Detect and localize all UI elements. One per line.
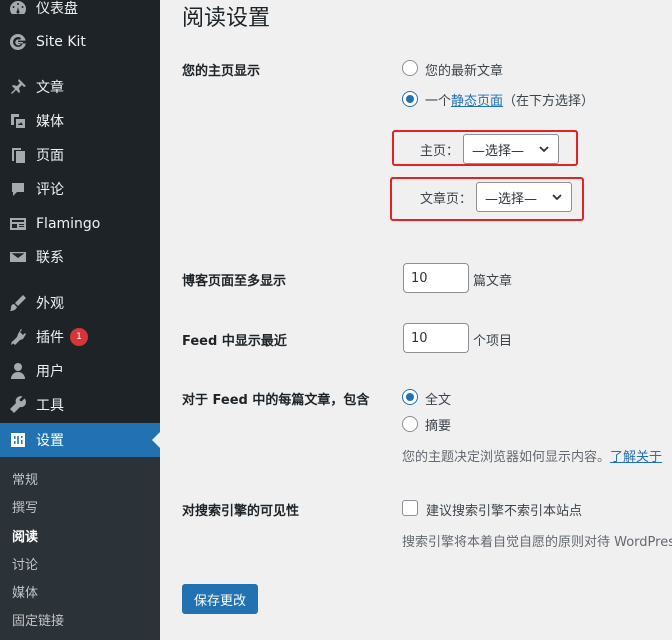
settings-icon <box>0 430 36 450</box>
menu-label: 仪表盘 <box>36 1 78 17</box>
menu-label: Site Kit <box>36 34 86 50</box>
static-page-link[interactable]: 静态页面 <box>451 94 503 109</box>
static-page-suffix: （在下方选择） <box>503 94 595 109</box>
settings-submenu: 常规 撰写 阅读 讨论 媒体 固定链接 <box>0 457 160 640</box>
front-page-value: —选择— <box>472 143 525 159</box>
posts-per-page-input[interactable] <box>403 263 469 293</box>
menu-item-posts[interactable]: 文章 <box>0 70 160 104</box>
menu-label: 外观 <box>36 296 64 312</box>
page-title: 阅读设置 <box>182 6 271 31</box>
blog-pages-label: 博客页面至多显示 <box>182 274 287 289</box>
menu-item-media[interactable]: 媒体 <box>0 104 160 138</box>
update-count-badge: 1 <box>70 328 88 346</box>
menu-label: 媒体 <box>36 114 64 130</box>
chevron-down-icon <box>552 194 562 201</box>
flamingo-icon <box>0 214 36 234</box>
discourage-search-checkbox[interactable] <box>402 500 418 516</box>
pin-icon <box>0 77 36 97</box>
menu-item-sitekit[interactable]: Site Kit <box>0 25 160 59</box>
menu-item-dashboard[interactable]: 仪表盘 <box>0 0 160 25</box>
menu-item-pages[interactable]: 页面 <box>0 138 160 172</box>
feed-items-input[interactable] <box>403 323 469 353</box>
full-text-label[interactable]: 全文 <box>425 389 451 408</box>
menu-item-comments[interactable]: 评论 <box>0 172 160 206</box>
menu-label: 用户 <box>36 364 64 380</box>
submenu-discussion[interactable]: 讨论 <box>12 554 38 573</box>
comment-icon <box>0 179 36 199</box>
menu-label: 页面 <box>36 148 64 164</box>
admin-sidebar: 仪表盘 Site Kit 文章 媒体 页面 评论 Flamingo 联系 外观 … <box>0 0 160 640</box>
brush-icon <box>0 293 36 313</box>
wrench-icon <box>0 395 36 415</box>
menu-item-contact[interactable]: 联系 <box>0 240 160 274</box>
menu-label: 插件 <box>36 330 64 346</box>
posts-page-select[interactable]: —选择— <box>476 182 573 212</box>
submenu-general[interactable]: 常规 <box>12 469 38 488</box>
front-page-select[interactable]: —选择— <box>463 134 560 164</box>
full-text-radio[interactable] <box>402 389 418 405</box>
submenu-reading[interactable]: 阅读 <box>12 526 38 545</box>
submenu-permalinks[interactable]: 固定链接 <box>12 610 64 629</box>
posts-page-select-row: 文章页： —选择— <box>420 182 573 212</box>
summary-label[interactable]: 摘要 <box>425 415 451 434</box>
menu-label: Flamingo <box>36 216 101 232</box>
posts-page-value: —选择— <box>485 191 538 207</box>
plugin-icon <box>0 327 36 347</box>
mail-icon <box>0 247 36 267</box>
menu-item-settings[interactable]: 设置 <box>0 423 160 457</box>
menu-item-users[interactable]: 用户 <box>0 354 160 388</box>
sitekit-g-icon <box>0 32 36 52</box>
front-page-label: 主页： <box>420 143 460 159</box>
main-content: 阅读设置 您的主页显示 您的最新文章 一个静态页面（在下方选择） 主页： —选择… <box>160 0 672 640</box>
menu-item-appearance[interactable]: 外观 <box>0 286 160 320</box>
submenu-media[interactable]: 媒体 <box>12 582 38 601</box>
static-page-prefix: 一个 <box>425 94 452 109</box>
summary-radio[interactable] <box>402 416 418 432</box>
feed-content-description: 您的主题决定浏览器如何显示内容。了解关于 <box>402 446 662 465</box>
search-visibility-description: 搜索引擎将本着自觉自愿的原则对待 WordPress <box>402 535 672 550</box>
latest-posts-radio[interactable] <box>402 60 418 76</box>
chevron-down-icon <box>539 146 549 153</box>
menu-label: 设置 <box>36 433 64 449</box>
front-page-select-row: 主页： —选择— <box>420 134 560 164</box>
discourage-search-label[interactable]: 建议搜索引擎不索引本站点 <box>426 500 582 519</box>
menu-label: 评论 <box>36 182 64 198</box>
save-changes-button[interactable]: 保存更改 <box>182 584 259 614</box>
menu-label: 工具 <box>36 398 64 414</box>
dashboard-icon <box>0 0 36 18</box>
menu-label: 联系 <box>36 250 64 266</box>
menu-item-flamingo[interactable]: Flamingo <box>0 207 160 241</box>
menu-item-plugins[interactable]: 插件 1 <box>0 320 160 354</box>
menu-label: 文章 <box>36 80 64 96</box>
posts-page-label: 文章页： <box>420 191 473 207</box>
page-icon <box>0 145 36 165</box>
static-page-option: 一个静态页面（在下方选择） <box>425 90 594 109</box>
submenu-writing[interactable]: 撰写 <box>12 497 38 516</box>
menu-item-tools[interactable]: 工具 <box>0 388 160 422</box>
feed-content-label: 对于 Feed 中的每篇文章，包含 <box>182 393 370 408</box>
homepage-display-label: 您的主页显示 <box>182 64 261 79</box>
static-page-radio[interactable] <box>402 91 418 107</box>
latest-posts-label[interactable]: 您的最新文章 <box>425 60 503 79</box>
learn-more-link[interactable]: 了解关于 <box>610 450 662 465</box>
user-icon <box>0 361 36 381</box>
feed-items-unit: 个项目 <box>473 334 513 349</box>
posts-per-page-unit: 篇文章 <box>473 274 513 289</box>
media-icon <box>0 111 36 131</box>
feed-desc-text: 您的主题决定浏览器如何显示内容。 <box>402 450 611 465</box>
feed-recent-label: Feed 中显示最近 <box>182 334 287 349</box>
search-visibility-label: 对搜索引擎的可见性 <box>182 504 300 519</box>
